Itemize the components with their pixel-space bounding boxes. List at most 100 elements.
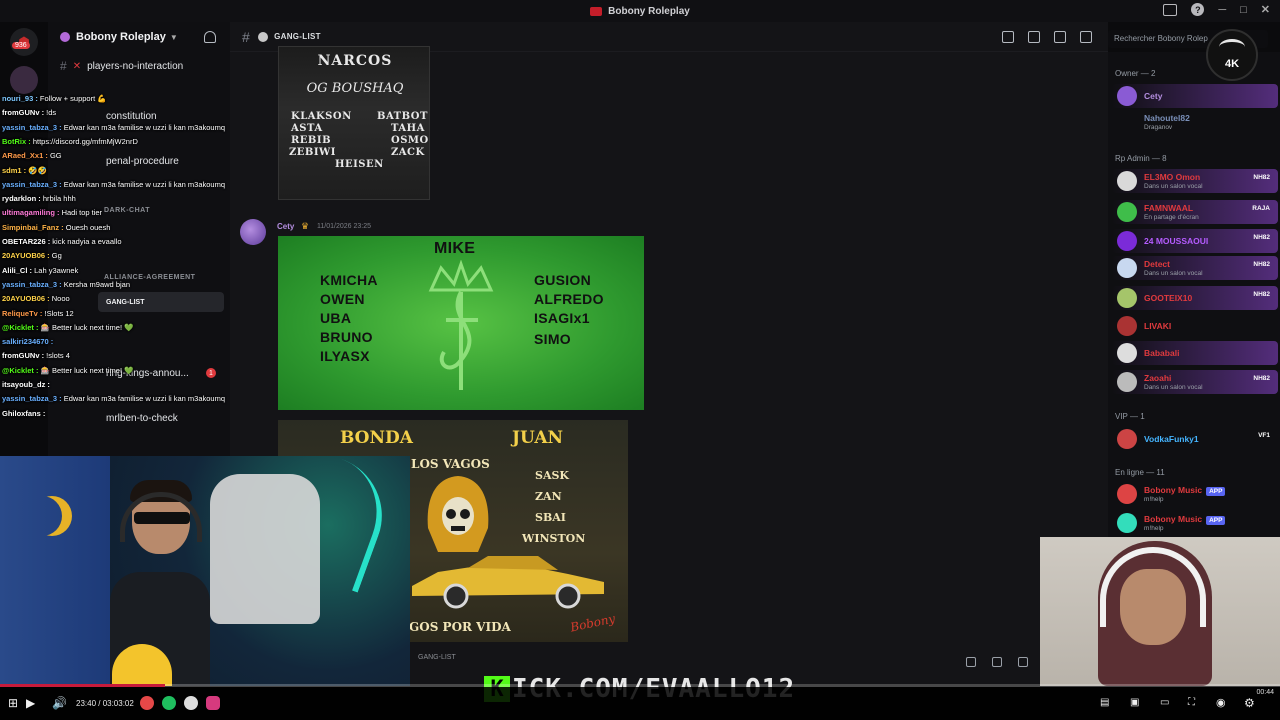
maximize-button[interactable]: □ [1240, 4, 1247, 16]
channel-ring-kings[interactable]: ring-kings-annou... 1 [98, 363, 224, 383]
help-icon[interactable]: ? [1191, 3, 1205, 16]
vagos-member: WINSTON [522, 532, 586, 545]
volume-icon[interactable]: 🔊 [52, 697, 67, 709]
app-icon[interactable] [140, 696, 154, 710]
member-item[interactable]: Bobony Music APP m!help [1112, 482, 1278, 506]
narcos-member: ZACK [391, 147, 425, 158]
channel-constitution[interactable]: constitution [98, 106, 224, 126]
channel-gang-list[interactable]: GANG-LIST [98, 292, 224, 312]
fullscreen-icon[interactable]: ⛶ [1188, 697, 1195, 709]
gift-icon[interactable] [966, 657, 976, 667]
vagos-footer: GOS POR VIDA [409, 620, 511, 634]
system-clock: 00:44 [1256, 689, 1274, 696]
miniplayer-icon[interactable]: ▣ [1130, 697, 1139, 709]
narcos-member: KLAKSON [291, 111, 352, 122]
role-header-online: En ligne — 11 [1115, 468, 1165, 477]
instagram-icon[interactable] [206, 696, 220, 710]
avatar [1117, 231, 1137, 251]
channel-mrlben-to-check[interactable]: mrlben-to-check [98, 408, 224, 428]
channel-title: GANG-LIST [274, 32, 321, 41]
member-item[interactable]: 24 MOUSSAOUI NH82 [1112, 229, 1278, 253]
mike-member: ILYASX [320, 348, 370, 364]
narcos-member: BATBOT [377, 111, 428, 122]
playback-time: 23:40 / 03:03:02 [76, 699, 134, 708]
mike-member: SIMO [534, 331, 571, 347]
vagos-member: ZAN [535, 490, 562, 503]
server-icon[interactable] [10, 66, 38, 94]
add-member-icon[interactable] [204, 31, 216, 43]
member-item[interactable]: Zaoahi Dans un salon vocal NH82 [1112, 370, 1278, 394]
message-timestamp: 11/01/2026 23:25 [317, 223, 371, 230]
member-item[interactable]: LIVAKI [1112, 314, 1278, 338]
server-header[interactable]: Bobony Roleplay ▼ [48, 22, 230, 52]
gaming-chair [210, 474, 320, 624]
member-list-icon[interactable] [1080, 31, 1092, 43]
subtitles-icon[interactable]: ▤ [1100, 697, 1109, 709]
crown-icon: ♛ [301, 221, 310, 231]
narcos-member: REBIB [291, 135, 332, 146]
window-title: Bobony Roleplay [608, 5, 690, 17]
mike-member: KMICHA [320, 272, 378, 288]
role-header-owner: Owner — 2 [1115, 69, 1156, 78]
narcos-member: OSMO [391, 135, 429, 146]
settings-gear-icon[interactable]: ⚙ [1244, 697, 1255, 709]
member-item[interactable]: Detect Dans un salon vocal NH82 [1112, 256, 1278, 280]
skull-icon [258, 31, 269, 42]
pin-icon[interactable] [1054, 31, 1066, 43]
composer-toolbar [966, 657, 1028, 667]
close-button[interactable]: ✕ [1261, 3, 1270, 16]
play-icon[interactable]: ▶ [26, 697, 35, 709]
avatar[interactable] [240, 219, 266, 245]
avatar [1117, 258, 1137, 278]
app-icon[interactable] [184, 696, 198, 710]
vagos-leader: JUAN [512, 428, 564, 448]
avatar [1117, 484, 1137, 504]
notification-mute-icon[interactable] [1028, 31, 1040, 43]
taskbar-icons [140, 696, 220, 710]
member-item[interactable]: Cety [1112, 84, 1278, 108]
category-dark-chat[interactable]: DARK-CHAT [104, 207, 150, 214]
streamer-logo: 4K [1206, 29, 1258, 81]
reaper-skull-icon [427, 476, 489, 552]
cast-icon[interactable]: ◉ [1216, 697, 1226, 709]
member-item[interactable]: Bobony Music APP m!help [1112, 511, 1278, 535]
member-item[interactable]: GOOTEIX10 NH82 [1112, 286, 1278, 310]
narcos-member: ASTA [291, 123, 323, 134]
start-icon[interactable]: ⊞ [8, 697, 18, 709]
mike-member: GUSION [534, 272, 592, 288]
narcos-og: OG BOUSHAQ [306, 81, 404, 96]
lowrider-car-icon [412, 556, 604, 609]
category-alliance-agreement[interactable]: ALLIANCE-AGREEMENT [104, 274, 195, 281]
gif-icon[interactable] [992, 657, 1002, 667]
vagos-title: LOS VAGOS [411, 457, 490, 471]
hash-icon: # [242, 28, 251, 45]
member-item[interactable]: Bababali [1112, 341, 1278, 365]
moon-icon [22, 496, 62, 536]
avatar [1117, 513, 1137, 533]
channel-players-no-interaction[interactable]: # ✕ players-no-interaction [52, 56, 224, 76]
no-entry-icon: ✕ [72, 60, 82, 72]
narcos-member: HEISEN [335, 159, 384, 170]
member-item[interactable]: FAMNWAAL En partage d'écran RAJA [1112, 200, 1278, 224]
avatar [1117, 171, 1137, 191]
mike-gang-image[interactable]: MIKE KMICHA OWEN UBA BRUNO ILYASX GUSION… [278, 236, 644, 410]
threads-icon[interactable] [1002, 31, 1014, 43]
narcos-gang-image[interactable]: NARCOS OG BOUSHAQ KLAKSON ASTA REBIB ZEB… [278, 46, 430, 200]
chevron-down-icon: ▼ [169, 32, 178, 42]
server-name: Bobony Roleplay [76, 31, 166, 43]
header-toolbar [1002, 31, 1092, 43]
message-author[interactable]: Cety [277, 222, 294, 231]
sticker-icon[interactable] [1018, 657, 1028, 667]
channel-penal-procedure[interactable]: penal-procedure [98, 151, 224, 171]
member-item[interactable]: VodkaFunky1 VF1 [1112, 427, 1278, 451]
vagos-signature: Bobony [569, 611, 617, 635]
member-item[interactable]: EL3MO Omon Dans un salon vocal NH82 [1112, 169, 1278, 193]
mike-member: BRUNO [320, 329, 373, 345]
vagos-member: SASK [535, 469, 569, 482]
theater-icon[interactable]: ▭ [1160, 697, 1169, 709]
member-item[interactable]: Nahoutel82 Draganov [1112, 110, 1278, 134]
app-icon[interactable] [162, 696, 176, 710]
inbox-icon[interactable] [1163, 3, 1178, 16]
minimize-button[interactable]: ─ [1218, 4, 1226, 16]
avatar [1117, 288, 1137, 308]
